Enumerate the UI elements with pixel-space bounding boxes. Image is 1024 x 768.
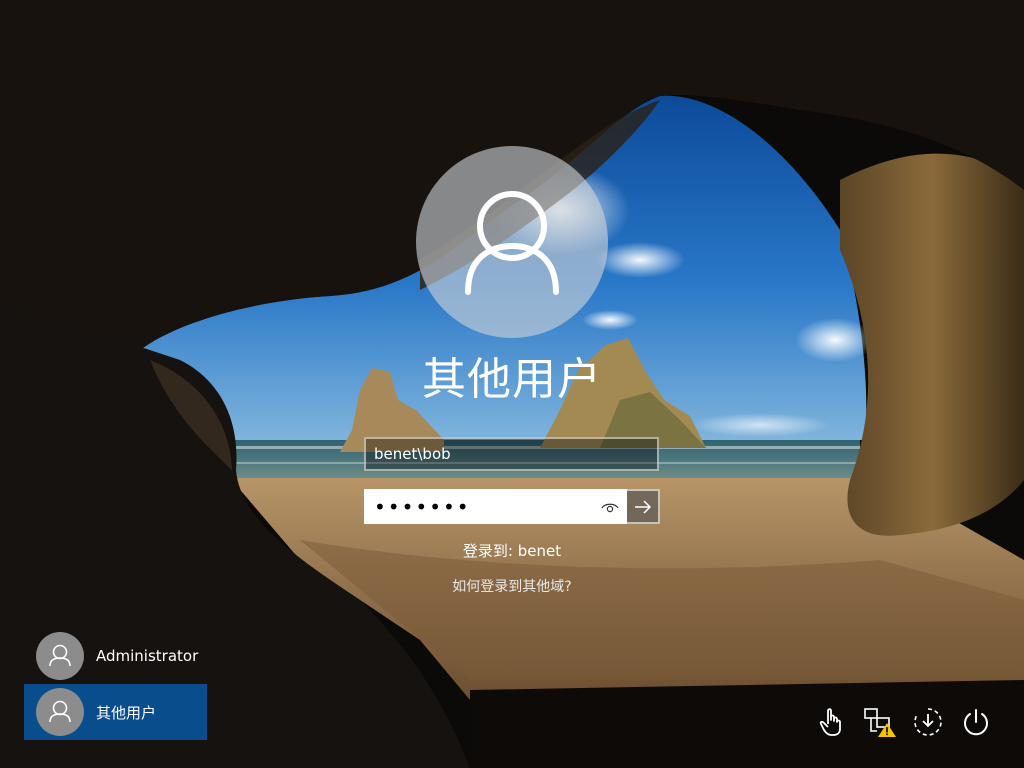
user-silhouette-icon <box>49 700 71 723</box>
ease-of-access-button[interactable] <box>814 704 850 740</box>
network-button[interactable] <box>862 704 898 740</box>
power-button[interactable] <box>958 704 994 740</box>
avatar <box>36 632 84 680</box>
user-silhouette-icon <box>465 191 559 295</box>
network-warning-icon <box>864 708 896 737</box>
avatar <box>36 688 84 736</box>
power-icon <box>964 709 988 736</box>
user-display-name: 其他用户 <box>422 354 602 405</box>
accessibility-button[interactable] <box>910 704 946 740</box>
arrow-right-icon <box>634 499 651 514</box>
user-tile-other-user[interactable]: 其他用户 <box>24 684 207 740</box>
sign-in-domain-text: 登录到: benet <box>462 542 562 560</box>
accessibility-icon <box>914 708 942 736</box>
username-input[interactable] <box>364 437 659 471</box>
reveal-password-button[interactable] <box>598 495 622 518</box>
user-tile-administrator[interactable]: Administrator <box>24 628 207 684</box>
eye-icon <box>601 503 619 512</box>
user-tile-label: Administrator <box>96 647 199 665</box>
user-silhouette-icon <box>49 644 71 667</box>
password-input[interactable] <box>364 489 627 524</box>
password-field-group <box>364 489 660 524</box>
ease-of-access-icon <box>819 708 841 736</box>
other-domain-link[interactable]: 如何登录到其他域? <box>312 577 712 597</box>
user-tile-label: 其他用户 <box>96 703 157 722</box>
user-avatar-large <box>416 146 608 338</box>
submit-button[interactable] <box>627 489 660 524</box>
